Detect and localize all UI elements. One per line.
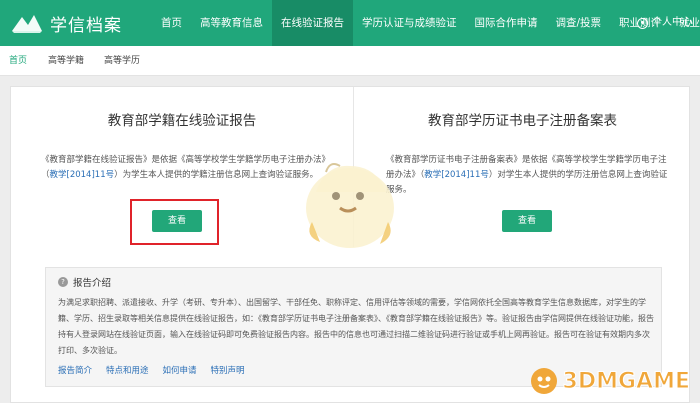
intro-link-overview[interactable]: 报告简介 (58, 364, 92, 376)
intro-link-disclaimer[interactable]: 特别声明 (211, 364, 245, 376)
intro-link-features[interactable]: 特点和用途 (106, 364, 149, 376)
enrollment-report-description: 《教育部学籍在线验证报告》是依据《高等学校学生学籍学历电子注册办法》（教学[20… (41, 155, 331, 180)
regulation-link[interactable]: 教学[2014]11号 (50, 170, 115, 180)
user-center-link[interactable]: 个人中心 (637, 0, 692, 46)
user-center-label: 个人中心 (652, 17, 692, 28)
nav-item-online-verification[interactable]: 在线验证报告 (272, 0, 353, 46)
intro-links: 报告简介 特点和用途 如何申请 特别声明 (58, 364, 259, 376)
main-nav: 首页 高等教育信息 在线验证报告 学历认证与成绩验证 国际合作申请 调查/投票 … (152, 0, 700, 46)
logo-text: 学信档案 (50, 15, 122, 36)
intro-link-how-to-apply[interactable]: 如何申请 (163, 364, 197, 376)
sub-navbar: 首页 高等学籍 高等学历 (0, 46, 700, 76)
top-navbar: 学信档案 首页 高等教育信息 在线验证报告 学历认证与成绩验证 国际合作申请 调… (0, 0, 700, 46)
subnav-item-home[interactable]: 首页 (9, 46, 27, 76)
question-icon: ? (58, 277, 68, 287)
subnav-item-higher-enrollment[interactable]: 高等学籍 (48, 46, 84, 76)
intro-header: ? 报告介绍 (58, 275, 111, 289)
nav-item-certification[interactable]: 学历认证与成绩验证 (353, 0, 466, 46)
watermark: 3DMGAME (528, 365, 691, 397)
degree-record-description: 《教育部学历证书电子注册备案表》是依据《高等学校学生学籍学历电子注册办法》（教学… (386, 155, 668, 195)
enrollment-report-title: 教育部学籍在线验证报告 (107, 113, 257, 129)
user-icon (637, 17, 648, 29)
view-enrollment-report-button[interactable]: 查看 (152, 210, 202, 232)
subnav-item-higher-degree[interactable]: 高等学历 (104, 46, 140, 76)
nav-item-survey[interactable]: 调查/投票 (547, 0, 611, 46)
regulation-link[interactable]: 教学[2014]11号 (424, 170, 489, 180)
intro-title: 报告介绍 (73, 278, 112, 289)
degree-record-panel: 教育部学历证书电子注册备案表 《教育部学历证书电子注册备案表》是依据《高等学校学… (354, 87, 691, 247)
nav-item-international[interactable]: 国际合作申请 (466, 0, 547, 46)
site-logo[interactable]: 学信档案 (10, 9, 122, 37)
view-degree-record-button[interactable]: 查看 (502, 210, 552, 232)
watermark-text: 3DMGAME (562, 368, 690, 394)
logo-icon (12, 15, 42, 33)
nav-item-higher-education[interactable]: 高等教育信息 (191, 0, 272, 46)
mascot-illustration (306, 163, 394, 248)
degree-record-title: 教育部学历证书电子注册备案表 (428, 113, 617, 129)
watermark-mascot-icon (530, 368, 557, 394)
nav-item-home[interactable]: 首页 (152, 0, 191, 46)
intro-body: 为满足求职招聘、派遣接收、升学（考研、专升本）、出国留学、干部任免、职称评定、信… (58, 298, 654, 355)
